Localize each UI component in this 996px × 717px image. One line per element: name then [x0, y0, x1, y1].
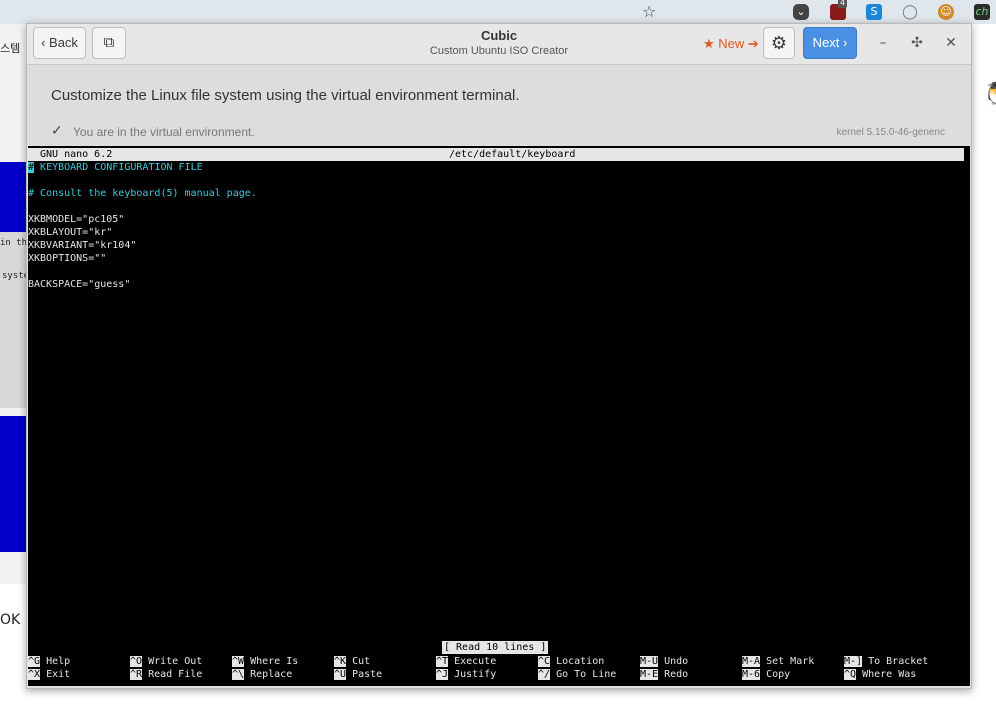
terminal[interactable]: GNU nano 6.2 /etc/default/keyboard # KEY… — [28, 146, 970, 686]
shortcut-key: ^/ — [538, 669, 551, 680]
skype-icon[interactable]: S — [866, 4, 882, 20]
shortcut-replace[interactable]: ^\ Replace — [232, 668, 292, 681]
shortcut-exit[interactable]: ^X Exit — [28, 668, 70, 681]
shortcut-label: Execute — [454, 656, 497, 667]
ublock-icon[interactable]: 4 — [830, 0, 848, 20]
header-bar: ‹ Back ⧉ Cubic Custom Ubuntu ISO Creator… — [27, 24, 971, 65]
minimize-icon[interactable]: – — [873, 33, 893, 53]
next-label: Next — [812, 35, 840, 50]
shortcut-label: Help — [46, 656, 71, 667]
shortcut-key: ^G — [28, 656, 41, 667]
shortcut-key: ^O — [130, 656, 143, 667]
shortcut-set-mark[interactable]: M-A Set Mark — [742, 655, 814, 668]
shortcut-key: M-A — [742, 656, 761, 667]
shortcut-key: M-] — [844, 656, 863, 667]
file-line-6: XKBLAYOUT="kr" — [28, 227, 113, 238]
shortcut-key: ^C — [538, 656, 551, 667]
shortcut-label: Where Was — [862, 669, 917, 680]
next-button[interactable]: Next › — [803, 27, 857, 59]
shortcut-label: Location — [556, 656, 605, 667]
shortcut-label: Read File — [148, 669, 203, 680]
shortcut-read-file[interactable]: ^R Read File — [130, 668, 202, 681]
shortcut-label: Where Is — [250, 656, 299, 667]
nano-status-message: [ Read 10 lines ] — [442, 641, 549, 654]
background-panel — [0, 416, 26, 552]
cubic-window: ‹ Back ⧉ Cubic Custom Ubuntu ISO Creator… — [26, 23, 972, 689]
background-text: OK — [0, 612, 21, 628]
shortcut-key: ^T — [436, 656, 449, 667]
kernel-version: kernel 5.15.0-46-generic — [836, 127, 945, 138]
ublock-badge: 4 — [838, 0, 848, 8]
shortcut-label: Write Out — [148, 656, 203, 667]
background-panel — [0, 232, 26, 408]
shortcut-key: M-E — [640, 669, 659, 680]
mouse-icon[interactable]: ◯ — [902, 4, 918, 20]
shortcut-copy[interactable]: M-6 Copy — [742, 668, 790, 681]
shortcut-key: M-U — [640, 656, 659, 667]
file-line-7: XKBVARIANT="kr104" — [28, 240, 137, 251]
environment-status: You are in the virtual environment. — [73, 125, 255, 139]
shortcut-label: To Bracket — [868, 656, 929, 667]
ch-extension-icon[interactable]: ch — [974, 4, 990, 20]
nano-filename: /etc/default/keyboard — [449, 149, 576, 160]
file-line-8: XKBOPTIONS="" — [28, 253, 107, 264]
shortcut-to-bracket[interactable]: M-] To Bracket — [844, 655, 928, 668]
tux-icon: 🐧 — [982, 82, 996, 107]
check-icon: ✓ — [51, 123, 63, 139]
maximize-icon[interactable]: ✣ — [907, 33, 927, 53]
shortcut-location[interactable]: ^C Location — [538, 655, 604, 668]
shortcut-label: Justify — [454, 669, 497, 680]
background-panel — [0, 162, 26, 232]
background-text: 스템 — [0, 42, 21, 55]
new-project-link[interactable]: ★ New ➔ — [703, 36, 759, 52]
shortcut-key: ^Q — [844, 669, 857, 680]
shortcut-where-was[interactable]: ^Q Where Was — [844, 668, 916, 681]
monkey-icon[interactable]: ☺ — [938, 4, 954, 20]
close-icon[interactable]: ✕ — [941, 33, 961, 53]
shortcut-key: ^K — [334, 656, 347, 667]
shortcut-key: ^J — [436, 669, 449, 680]
pocket-icon[interactable]: ⌄ — [793, 4, 809, 20]
shortcut-key: ^\ — [232, 669, 245, 680]
chevron-right-icon: › — [843, 35, 848, 50]
nano-title-bar: GNU nano 6.2 /etc/default/keyboard — [28, 148, 964, 161]
bookmark-star-icon[interactable]: ☆ — [642, 2, 656, 21]
background-window: 🐧 — [970, 24, 996, 144]
shortcut-where-is[interactable]: ^W Where Is — [232, 655, 298, 668]
shortcut-go-to-line[interactable]: ^/ Go To Line — [538, 668, 616, 681]
file-line-1: # KEYBOARD CONFIGURATION FILE — [28, 161, 203, 174]
shortcut-label: Paste — [352, 669, 383, 680]
shortcut-label: Replace — [250, 669, 293, 680]
page-instruction: Customize the Linux file system using th… — [51, 87, 520, 104]
file-line-10: BACKSPACE="guess" — [28, 279, 131, 290]
file-line-5: XKBMODEL="pc105" — [28, 214, 125, 225]
page-header: Customize the Linux file system using th… — [27, 65, 971, 145]
shortcut-execute[interactable]: ^T Execute — [436, 655, 496, 668]
shortcut-label: Cut — [352, 656, 371, 667]
shortcut-key: ^U — [334, 669, 347, 680]
shortcut-label: Redo — [664, 669, 689, 680]
file-line-text: KEYBOARD CONFIGURATION FILE — [34, 162, 203, 173]
browser-toolbar: ☆ ⌄ 4 S ◯ ☺ ch — [0, 0, 996, 24]
shortcut-redo[interactable]: M-E Redo — [640, 668, 688, 681]
shortcut-label: Undo — [664, 656, 689, 667]
shortcut-help[interactable]: ^G Help — [28, 655, 70, 668]
shortcut-label: Exit — [46, 669, 71, 680]
shortcut-key: ^W — [232, 656, 245, 667]
shortcut-undo[interactable]: M-U Undo — [640, 655, 688, 668]
shortcut-label: Copy — [766, 669, 791, 680]
shortcut-key: ^X — [28, 669, 41, 680]
shortcut-key: ^R — [130, 669, 143, 680]
shortcut-key: M-6 — [742, 669, 761, 680]
nano-version: GNU nano 6.2 — [40, 149, 113, 160]
shortcut-write-out[interactable]: ^O Write Out — [130, 655, 202, 668]
settings-button[interactable]: ⚙ — [763, 27, 795, 59]
shortcut-cut[interactable]: ^K Cut — [334, 655, 370, 668]
shortcut-justify[interactable]: ^J Justify — [436, 668, 496, 681]
shortcut-label: Set Mark — [766, 656, 815, 667]
shortcut-label: Go To Line — [556, 669, 617, 680]
gear-icon: ⚙ — [770, 33, 788, 53]
shortcut-paste[interactable]: ^U Paste — [334, 668, 382, 681]
file-line-3: # Consult the keyboard(5) manual page. — [28, 188, 257, 199]
